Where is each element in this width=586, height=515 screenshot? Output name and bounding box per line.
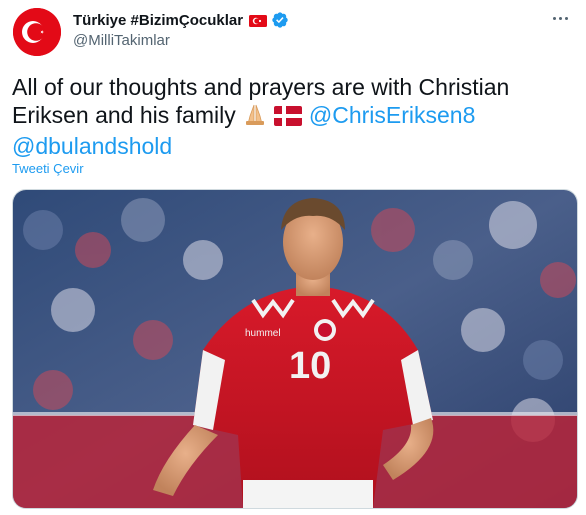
denmark-flag-emoji — [274, 104, 303, 132]
player-photo: 10 hummel — [13, 190, 577, 508]
translate-tweet-link[interactable]: Tweeti Çevir — [12, 161, 84, 176]
verified-badge-icon — [271, 11, 289, 29]
tweet-header: Türkiye #BizimÇocuklar @MilliTakimlar — [73, 10, 289, 49]
jersey-number: 10 — [289, 345, 331, 387]
turkey-flag-icon — [249, 14, 268, 27]
avatar[interactable] — [13, 8, 61, 56]
mention-link[interactable]: @dbulandshold — [12, 133, 172, 159]
display-name[interactable]: Türkiye #BizimÇocuklar — [73, 12, 243, 29]
more-icon[interactable] — [548, 8, 572, 28]
tweet-text: All of our thoughts and prayers are with… — [12, 73, 572, 160]
mention-link[interactable]: @ChrisEriksen8 — [309, 102, 476, 128]
tweet-photo[interactable]: 10 hummel — [12, 189, 578, 509]
turkey-crescent-logo — [13, 8, 61, 56]
jersey-brand: hummel — [245, 328, 281, 339]
folded-hands-emoji — [242, 102, 268, 132]
handle[interactable]: @MilliTakimlar — [73, 32, 289, 49]
